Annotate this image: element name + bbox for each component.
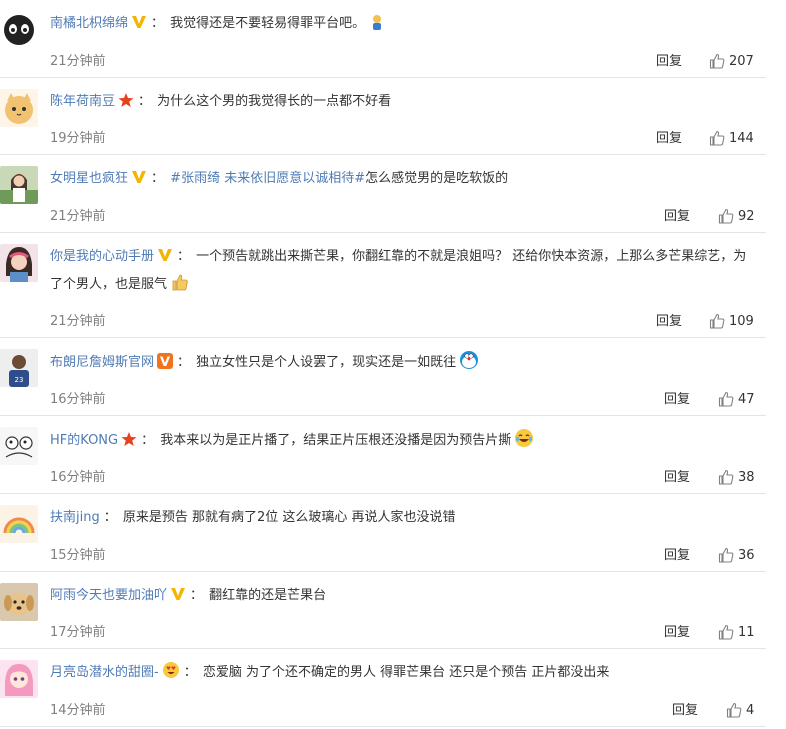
comment-item: 你是我的心动手册： 一个预告就跳出来撕芒果，你翻红靠的不就是浪姐吗？ 还给你快本… (0, 233, 766, 338)
vip-v-icon[interactable] (131, 14, 147, 39)
reply-button[interactable]: 回复 (656, 127, 682, 146)
like-count: 144 (729, 130, 754, 146)
like-button[interactable]: 92 (718, 208, 755, 224)
thumbs-up-icon (718, 547, 734, 563)
topic-link[interactable]: #张雨绮 未来依旧愿意以诚相待# (170, 171, 365, 186)
comment-time: 21分钟前 (50, 314, 106, 329)
like-button[interactable]: 207 (709, 53, 754, 69)
vip-v-icon[interactable] (131, 169, 147, 194)
comment-text: 翻红靠的还是芒果台 (209, 588, 327, 603)
reply-button[interactable]: 回复 (656, 50, 682, 69)
like-count: 47 (738, 391, 755, 407)
username-link[interactable]: 月亮岛潜水的甜圈- (50, 665, 159, 680)
avatar[interactable] (0, 583, 38, 621)
avatar[interactable]: 23 (0, 349, 38, 387)
username-link[interactable]: 南橘北枳绵绵 (50, 16, 128, 31)
avatar[interactable] (0, 505, 38, 543)
reply-button[interactable]: 回复 (664, 544, 690, 563)
like-count: 11 (738, 624, 755, 640)
vip-v-icon[interactable] (170, 586, 186, 611)
username-link[interactable]: HF的KONG (50, 433, 118, 448)
comment-time: 16分钟前 (50, 470, 106, 485)
comment-item: 扶南jing： 原来是预告 那就有病了2位 这么玻璃心 再说人家也没说错 15分… (0, 494, 766, 572)
thumbs-up-icon (718, 469, 734, 485)
like-button[interactable]: 144 (709, 130, 754, 146)
comment-item: 阿雨今天也要加油吖： 翻红靠的还是芒果台 17分钟前 回复 11 (0, 572, 766, 649)
thumbs-up-icon (718, 624, 734, 640)
thumbs-up-icon (718, 208, 734, 224)
doraemon-emoji (459, 350, 479, 379)
like-button[interactable]: 109 (709, 313, 754, 329)
reply-button[interactable]: 回复 (664, 466, 690, 485)
comment-text: 我本来以为是正片播了，结果正片压根还没播是因为预告片撕 (160, 433, 512, 448)
comment-list: 南橘北枳绵绵： 我觉得还是不要轻易得罪平台吧。 21分钟前 回复 207 陈年荷… (0, 0, 786, 729)
avatar[interactable] (0, 89, 38, 127)
like-count: 4 (746, 702, 755, 718)
thumbs-up-icon (709, 130, 725, 146)
comment-time: 21分钟前 (50, 54, 106, 69)
comment-time: 16分钟前 (50, 392, 106, 407)
comment-time: 17分钟前 (50, 625, 106, 640)
avatar[interactable] (0, 427, 38, 465)
username-link[interactable]: 阿雨今天也要加油吖 (50, 588, 167, 603)
like-count: 36 (738, 547, 755, 563)
thumbs-up-icon (709, 313, 725, 329)
comment-text: 独立女性只是个人设罢了，现实还是一如既往 (196, 355, 457, 370)
like-button[interactable]: 38 (718, 469, 755, 485)
username-link[interactable]: 你是我的心动手册 (50, 249, 154, 264)
avatar[interactable] (0, 166, 38, 204)
laugh-cry-emoji (514, 428, 534, 457)
avatar[interactable] (0, 660, 38, 698)
comment-text: 怎么感觉男的是吃软饭的 (365, 171, 509, 186)
reply-button[interactable]: 回复 (672, 699, 698, 718)
comment-text: 原来是预告 那就有病了2位 这么玻璃心 再说人家也没说错 (122, 510, 456, 525)
comment-time: 21分钟前 (50, 209, 106, 224)
like-button[interactable]: 47 (718, 391, 755, 407)
like-count: 109 (729, 313, 754, 329)
like-count: 38 (738, 469, 755, 485)
username-link[interactable]: 布朗尼詹姆斯官网 (50, 355, 154, 370)
thumbs-up-emoji (170, 272, 190, 301)
thumbs-up-icon (726, 702, 742, 718)
reply-button[interactable]: 回复 (664, 205, 690, 224)
comment-item: HF的KONG： 我本来以为是正片播了，结果正片压根还没播是因为预告片撕 16分… (0, 416, 766, 494)
comment-text: 我觉得还是不要轻易得罪平台吧。 (170, 16, 366, 31)
heart-eyes-icon[interactable] (162, 661, 180, 688)
comment-time: 14分钟前 (50, 703, 106, 718)
comment-text: 恋爱脑 为了个还不确定的男人 得罪芒果台 还只是个预告 正片都没出来 (202, 665, 610, 680)
like-button[interactable]: 4 (726, 702, 754, 718)
reply-button[interactable]: 回复 (664, 621, 690, 640)
red-star-icon[interactable] (118, 92, 134, 117)
comment-time: 15分钟前 (50, 548, 106, 563)
svg-text:23: 23 (15, 376, 24, 384)
username-link[interactable]: 扶南jing (50, 510, 100, 525)
thumbs-up-icon (709, 53, 725, 69)
like-button[interactable]: 36 (718, 547, 755, 563)
vip-v-icon[interactable] (157, 247, 173, 272)
comment-item: 女明星也疯狂： #张雨绮 未来依旧愿意以诚相待#怎么感觉男的是吃软饭的 21分钟… (0, 155, 766, 233)
username-link[interactable]: 陈年荷南豆 (50, 94, 115, 109)
orange-v-icon[interactable] (157, 353, 174, 378)
reply-button[interactable]: 回复 (664, 388, 690, 407)
comment-text: 一个预告就跳出来撕芒果，你翻红靠的不就是浪姐吗？ 还给你快本资源，上那么多芒果综… (50, 249, 747, 292)
comment-item: 月亮岛潜水的甜圈-： 恋爱脑 为了个还不确定的男人 得罪芒果台 还只是个预告 正… (0, 649, 766, 727)
like-count: 92 (738, 208, 755, 224)
like-count: 207 (729, 53, 754, 69)
comment-text: 为什么这个男的我觉得长的一点都不好看 (157, 94, 392, 109)
comment-time: 19分钟前 (50, 131, 106, 146)
username-link[interactable]: 女明星也疯狂 (50, 171, 128, 186)
comment-item: 23 布朗尼詹姆斯官网： 独立女性只是个人设罢了，现实还是一如既往 16分钟前 … (0, 338, 766, 416)
avatar[interactable] (0, 244, 38, 282)
like-button[interactable]: 11 (718, 624, 755, 640)
thumbs-up-icon (718, 391, 734, 407)
avatar[interactable] (0, 11, 38, 49)
comment-item: 南橘北枳绵绵： 我觉得还是不要轻易得罪平台吧。 21分钟前 回复 207 (0, 0, 766, 78)
figure-emoji (368, 13, 386, 40)
comment-item: 陈年荷南豆： 为什么这个男的我觉得长的一点都不好看 19分钟前 回复 144 (0, 78, 766, 155)
reply-button[interactable]: 回复 (656, 310, 682, 329)
red-star-icon[interactable] (121, 431, 137, 456)
